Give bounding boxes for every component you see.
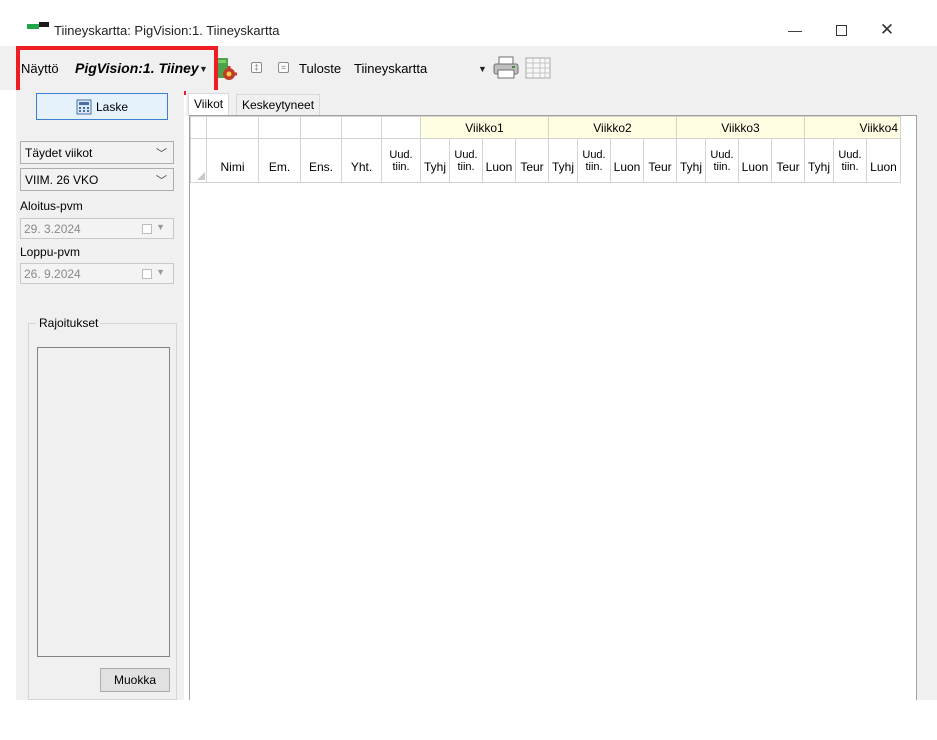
- restrictions-title: Rajoitukset: [36, 316, 102, 330]
- week-column-empty[interactable]: Tyhj: [420, 138, 450, 183]
- week-header[interactable]: Viikko3: [676, 116, 805, 139]
- header-line: tiin.: [392, 160, 410, 173]
- week-column-new-pregnant[interactable]: Uud. tiin.: [449, 138, 483, 183]
- chevron-down-icon: ▼: [156, 222, 165, 232]
- column-header-ens[interactable]: Ens.: [300, 138, 342, 183]
- chevron-down-icon: ﹀: [156, 175, 167, 187]
- week-column-slaughtered[interactable]: Teur: [771, 138, 805, 183]
- expand-rows-icon[interactable]: ‡: [251, 62, 262, 73]
- calculator-icon: [76, 99, 92, 114]
- header-spacer: [381, 116, 421, 139]
- collapse-rows-icon[interactable]: =: [278, 62, 289, 73]
- title-bar: Tiineyskartta: PigVision:1. Tiineyskartt…: [0, 0, 937, 46]
- tab-interrupted-label: Keskeytyneet: [242, 98, 315, 112]
- edit-button[interactable]: Muokka: [100, 668, 170, 692]
- week-header[interactable]: Viikko4: [804, 116, 901, 139]
- week-column-new-pregnant[interactable]: Uud. tiin.: [833, 138, 867, 183]
- week-column-empty[interactable]: Tyhj: [548, 138, 578, 183]
- tab-weeks-label: Viikot: [194, 97, 224, 111]
- range-select-value: VIIM. 26 VKO: [25, 173, 99, 187]
- week-column-new-pregnant[interactable]: Uud. tiin.: [577, 138, 611, 183]
- chevron-down-icon: ▼: [156, 267, 165, 277]
- chevron-down-icon: ▼: [478, 64, 487, 74]
- week-header[interactable]: Viikko2: [548, 116, 677, 139]
- minimize-icon: —: [788, 22, 802, 38]
- window-footer: [0, 700, 937, 740]
- print-value: Tiineyskartta: [354, 61, 428, 76]
- chevron-down-icon: ﹀: [156, 148, 167, 160]
- maximize-button[interactable]: [818, 14, 864, 46]
- range-select[interactable]: VIIM. 26 VKO ﹀: [20, 168, 174, 191]
- spreadsheet-view-icon[interactable]: [524, 55, 552, 81]
- start-date-picker[interactable]: 29. 3.2024 ▼: [20, 218, 174, 239]
- minimize-button[interactable]: —: [772, 14, 818, 46]
- highlight-box: [16, 46, 218, 95]
- header-spacer: [190, 116, 207, 139]
- end-date-value: 26. 9.2024: [24, 267, 81, 281]
- maximize-icon: [835, 24, 847, 36]
- print-dropdown[interactable]: Tiineyskartta ▼: [352, 58, 490, 80]
- printer-icon[interactable]: [492, 55, 520, 81]
- grid-header: Viikko1 Viikko2 Viikko3 Viikko4 Nimi Em.…: [190, 116, 901, 183]
- calculate-button-label: Laske: [95, 99, 129, 114]
- restrictions-list[interactable]: [37, 347, 170, 657]
- period-select-value: Täydet viikot: [25, 146, 93, 160]
- window-title: Tiineyskartta: PigVision:1. Tiineyskartt…: [54, 23, 280, 38]
- header-spacer: [341, 116, 382, 139]
- end-date-picker[interactable]: 26. 9.2024 ▼: [20, 263, 174, 284]
- header-line: Uud.: [389, 148, 413, 161]
- close-icon: ✕: [879, 20, 895, 39]
- header-spacer: [300, 116, 342, 139]
- tab-weeks[interactable]: Viikot: [188, 93, 230, 116]
- column-header-name[interactable]: Nimi: [206, 138, 259, 183]
- app-icon: [27, 22, 49, 30]
- period-select[interactable]: Täydet viikot ﹀: [20, 141, 174, 164]
- column-header-em[interactable]: Em.: [258, 138, 301, 183]
- week-column-culled[interactable]: Luon: [482, 138, 516, 183]
- header-spacer: [206, 116, 259, 139]
- select-all-corner[interactable]: [190, 138, 207, 183]
- week-header[interactable]: Viikko1: [420, 116, 549, 139]
- week-column-slaughtered[interactable]: Teur: [515, 138, 549, 183]
- data-grid[interactable]: [189, 115, 917, 705]
- end-date-label: Loppu-pvm: [20, 245, 81, 259]
- start-date-label: Aloitus-pvm: [20, 199, 83, 213]
- calculate-button[interactable]: Laske: [36, 93, 168, 120]
- edit-button-label: Muokka: [113, 673, 157, 687]
- week-column-new-pregnant[interactable]: Uud. tiin.: [705, 138, 739, 183]
- column-header-total[interactable]: Yht.: [341, 138, 382, 183]
- week-column-culled[interactable]: Luon: [610, 138, 644, 183]
- start-date-value: 29. 3.2024: [24, 222, 81, 236]
- week-column-culled[interactable]: Luon: [866, 138, 901, 183]
- right-margin: [917, 90, 937, 705]
- tab-interrupted[interactable]: Keskeytyneet: [236, 94, 321, 116]
- header-spacer: [258, 116, 301, 139]
- close-button[interactable]: ✕: [864, 14, 910, 46]
- calendar-icon: [142, 224, 152, 234]
- print-label: Tuloste: [299, 61, 342, 76]
- week-column-empty[interactable]: Tyhj: [676, 138, 706, 183]
- week-column-slaughtered[interactable]: Teur: [643, 138, 677, 183]
- week-column-culled[interactable]: Luon: [738, 138, 772, 183]
- column-header-new-pregnant[interactable]: Uud. tiin.: [381, 138, 421, 183]
- week-column-empty[interactable]: Tyhj: [804, 138, 834, 183]
- calendar-icon: [142, 269, 152, 279]
